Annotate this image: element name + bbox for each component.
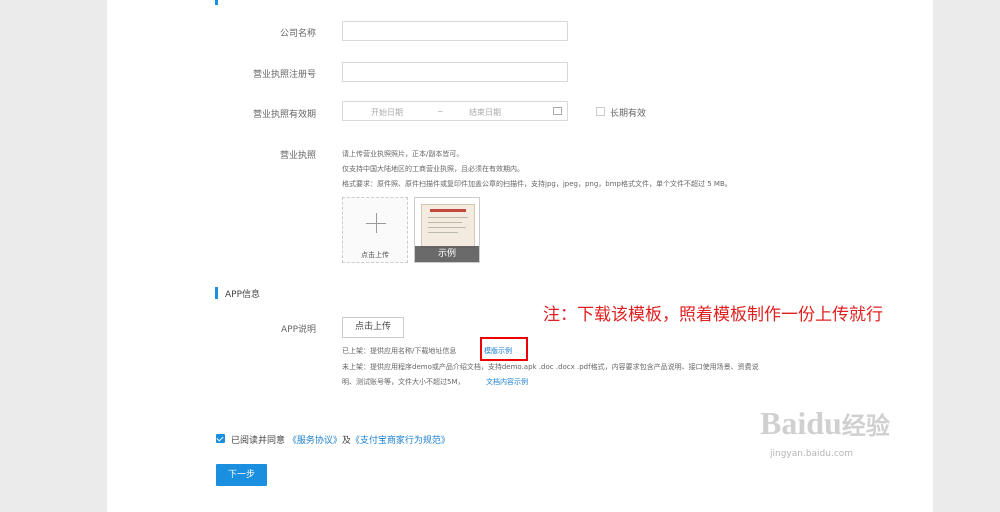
agreement-checkbox[interactable] (216, 434, 225, 443)
upload-label: 点击上传 (361, 251, 389, 259)
company-name-label: 公司名称 (279, 29, 316, 39)
next-step-button[interactable]: 下一步 (216, 464, 267, 486)
sample-header-stripe (430, 209, 466, 212)
end-date-placeholder: 结束日期 (469, 108, 501, 117)
sample-caption: 示例 (415, 246, 479, 262)
license-hint-2: 仅支持中国大陆地区的工商营业执照，且必须在有效期内。 (342, 165, 524, 173)
sample-line (428, 222, 462, 223)
baidu-watermark: Baidu经验 jingyan.baidu.com (760, 405, 890, 459)
license-no-input[interactable] (342, 62, 568, 82)
app-desc-label: APP说明 (280, 325, 316, 335)
online-text: 已上架：提供应用名称/下载地址信息 (342, 347, 457, 355)
start-date-placeholder: 开始日期 (371, 108, 403, 117)
offline-text-2: 明、测试账号等，文件大小不超过5M， (342, 378, 465, 386)
agreement-text: 已阅读并同意 《服务协议》及《支付宝商家行为规范》 (231, 433, 450, 446)
license-no-label: 营业执照注册号 (252, 70, 316, 80)
app-section-title: APP信息 (225, 290, 261, 300)
license-label: 营业执照 (279, 151, 316, 161)
app-upload-button[interactable]: 点击上传 (342, 317, 404, 338)
sample-line (428, 227, 466, 228)
agreement-and: 及 (341, 436, 351, 446)
license-period-range[interactable]: 开始日期 ~ 结束日期 (342, 101, 568, 121)
watermark-url: jingyan.baidu.com (770, 449, 854, 459)
license-hint-3: 格式要求：原件照、原件扫描件或复印件加盖公章的扫描件，支持jpg，jpeg，pn… (342, 180, 732, 188)
sample-line (428, 217, 468, 218)
license-hint-1: 请上传营业执照照片，正本/副本皆可。 (342, 150, 464, 158)
section-marker (215, 0, 218, 5)
offline-text: 未上架：提供应用程序demo或产品介绍文档，支持demo.apk .doc .d… (342, 363, 759, 371)
agreement-prefix: 已阅读并同意 (231, 436, 286, 446)
license-sample-thumb[interactable]: 示例 (414, 197, 480, 263)
long-term-label: 长期有效 (610, 109, 647, 119)
highlight-box (480, 337, 528, 361)
long-term-checkbox[interactable] (596, 107, 605, 116)
license-period-label: 营业执照有效期 (252, 110, 316, 120)
license-sample-image (421, 204, 475, 248)
watermark-brand: Bai (760, 405, 807, 441)
app-section-marker (215, 287, 218, 299)
service-agreement-link[interactable]: 《服务协议》 (288, 436, 342, 446)
range-separator: ~ (437, 107, 444, 116)
doc-sample-link[interactable]: 文档内容示例 (486, 377, 528, 387)
watermark-cn: 经验 (841, 412, 890, 440)
plus-icon-stroke (376, 213, 377, 233)
company-name-input[interactable] (342, 21, 568, 41)
sample-line (428, 232, 458, 233)
annotation-note: 注：下载该模板，照着模板制作一份上传就行 (543, 305, 883, 325)
watermark-brand-2: du (806, 405, 842, 441)
license-upload-box[interactable]: 点击上传 (342, 197, 408, 263)
merchant-rules-link[interactable]: 《支付宝商家行为规范》 (351, 436, 450, 446)
calendar-icon[interactable] (553, 107, 562, 115)
